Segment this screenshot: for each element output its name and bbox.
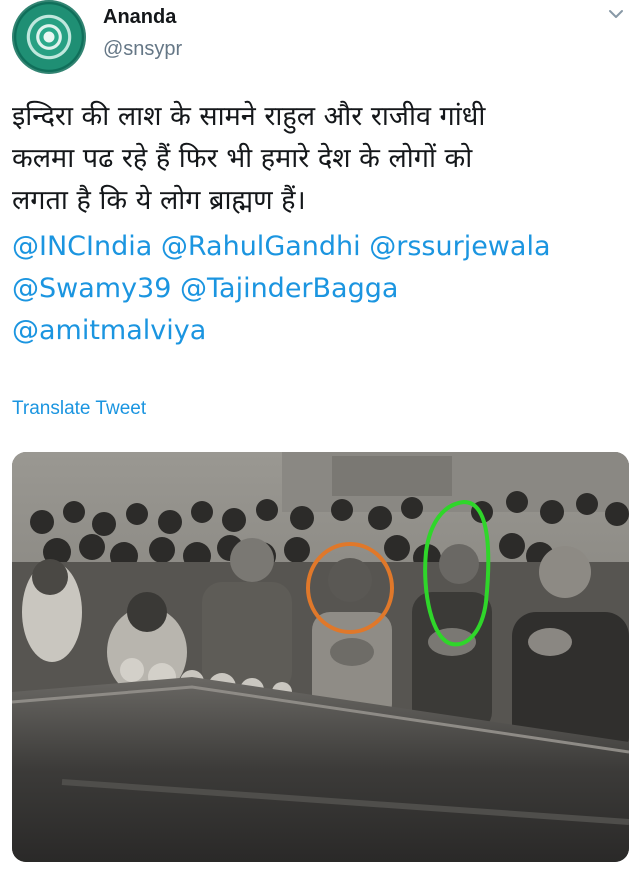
mention-link[interactable]: @RahulGandhi xyxy=(161,231,361,262)
mandala-avatar-icon[interactable] xyxy=(12,0,86,74)
mention-link[interactable]: @amitmalviya xyxy=(12,315,206,346)
mention-link[interactable]: @INCIndia xyxy=(12,231,152,262)
mentions-line: @Swamy39 @TajinderBagga xyxy=(12,268,632,310)
tweet-text-line: कलमा पढ रहे हैं फिर भी हमारे देश के लोगो… xyxy=(12,143,473,174)
mentions-line: @amitmalviya xyxy=(12,310,632,352)
chevron-down-icon[interactable] xyxy=(608,8,624,20)
tweet-text: इन्दिरा की लाश के सामने राहुल और राजीव ग… xyxy=(12,96,632,352)
mention-link[interactable]: @rssurjewala xyxy=(369,231,550,262)
crowd-photo-image xyxy=(12,452,629,862)
user-handle[interactable]: @snsypr xyxy=(103,38,182,61)
mentions-line: @INCIndia @RahulGandhi @rssurjewala xyxy=(12,226,632,268)
tweet-header: Ananda @snsypr xyxy=(0,0,640,90)
mention-link[interactable]: @TajinderBagga xyxy=(180,273,398,304)
tweet-text-line: इन्दिरा की लाश के सामने राहुल और राजीव ग… xyxy=(12,101,486,132)
tweet-text-line: लगता है कि ये लोग ब्राह्मण हैं। xyxy=(12,185,306,216)
translate-tweet-link[interactable]: Translate Tweet xyxy=(12,398,146,420)
tweet-photo[interactable] xyxy=(12,452,629,862)
display-name[interactable]: Ananda xyxy=(103,6,176,29)
mention-link[interactable]: @Swamy39 xyxy=(12,273,171,304)
mentions-block: @INCIndia @RahulGandhi @rssurjewala @Swa… xyxy=(12,226,632,352)
